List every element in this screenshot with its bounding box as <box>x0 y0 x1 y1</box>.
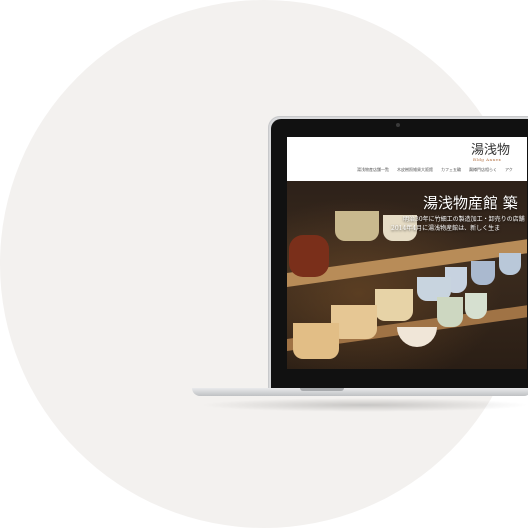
laptop-notch <box>300 388 344 391</box>
hero-title: 湯浅物産館 築 <box>423 194 518 212</box>
pottery-cup <box>335 211 379 241</box>
laptop-screen: 湯浅物 Bldg Annex 湯浅物産店舗一覧 木皮樹照雑貨大阪館 カフェ五輪 … <box>287 137 527 369</box>
hero-text-line: 2014年4月に湯浅物産館は、新しく生ま <box>391 225 501 232</box>
nav-item-shop[interactable]: 醤樽門店相らく <box>469 167 497 173</box>
laptop-base <box>192 388 528 396</box>
nav-item-stores[interactable]: 湯浅物産店舗一覧 <box>357 167 389 173</box>
hero-text-line: 明治30年に竹細工の製造加工・卸売りの店舗 <box>403 216 525 223</box>
pottery-cup <box>397 327 437 347</box>
site-nav: 湯浅物産店舗一覧 木皮樹照雑貨大阪館 カフェ五輪 醤樽門店相らく アク <box>357 167 513 173</box>
laptop-shadow <box>200 398 528 412</box>
camera-icon <box>396 123 400 127</box>
pottery-cup <box>289 235 329 277</box>
nav-item-osaka[interactable]: 木皮樹照雑貨大阪館 <box>397 167 433 173</box>
site-header: 湯浅物 Bldg Annex 湯浅物産店舗一覧 木皮樹照雑貨大阪館 カフェ五輪 … <box>287 137 527 181</box>
pottery-cup <box>465 293 487 319</box>
hero-image: 湯浅物産館 築 明治30年に竹細工の製造加工・卸売りの店舗 2014年4月に湯浅… <box>287 181 527 369</box>
nav-item-cafe[interactable]: カフェ五輪 <box>441 167 461 173</box>
pottery-cup <box>437 297 463 327</box>
pottery-cup <box>471 261 495 285</box>
pottery-cup <box>375 289 413 321</box>
pottery-cup <box>293 323 339 359</box>
site-logo-title[interactable]: 湯浅物 <box>471 139 510 158</box>
site-logo-subtitle: Bldg Annex <box>473 157 502 162</box>
nav-item-access[interactable]: アク <box>505 167 513 173</box>
pottery-cup <box>499 253 521 275</box>
